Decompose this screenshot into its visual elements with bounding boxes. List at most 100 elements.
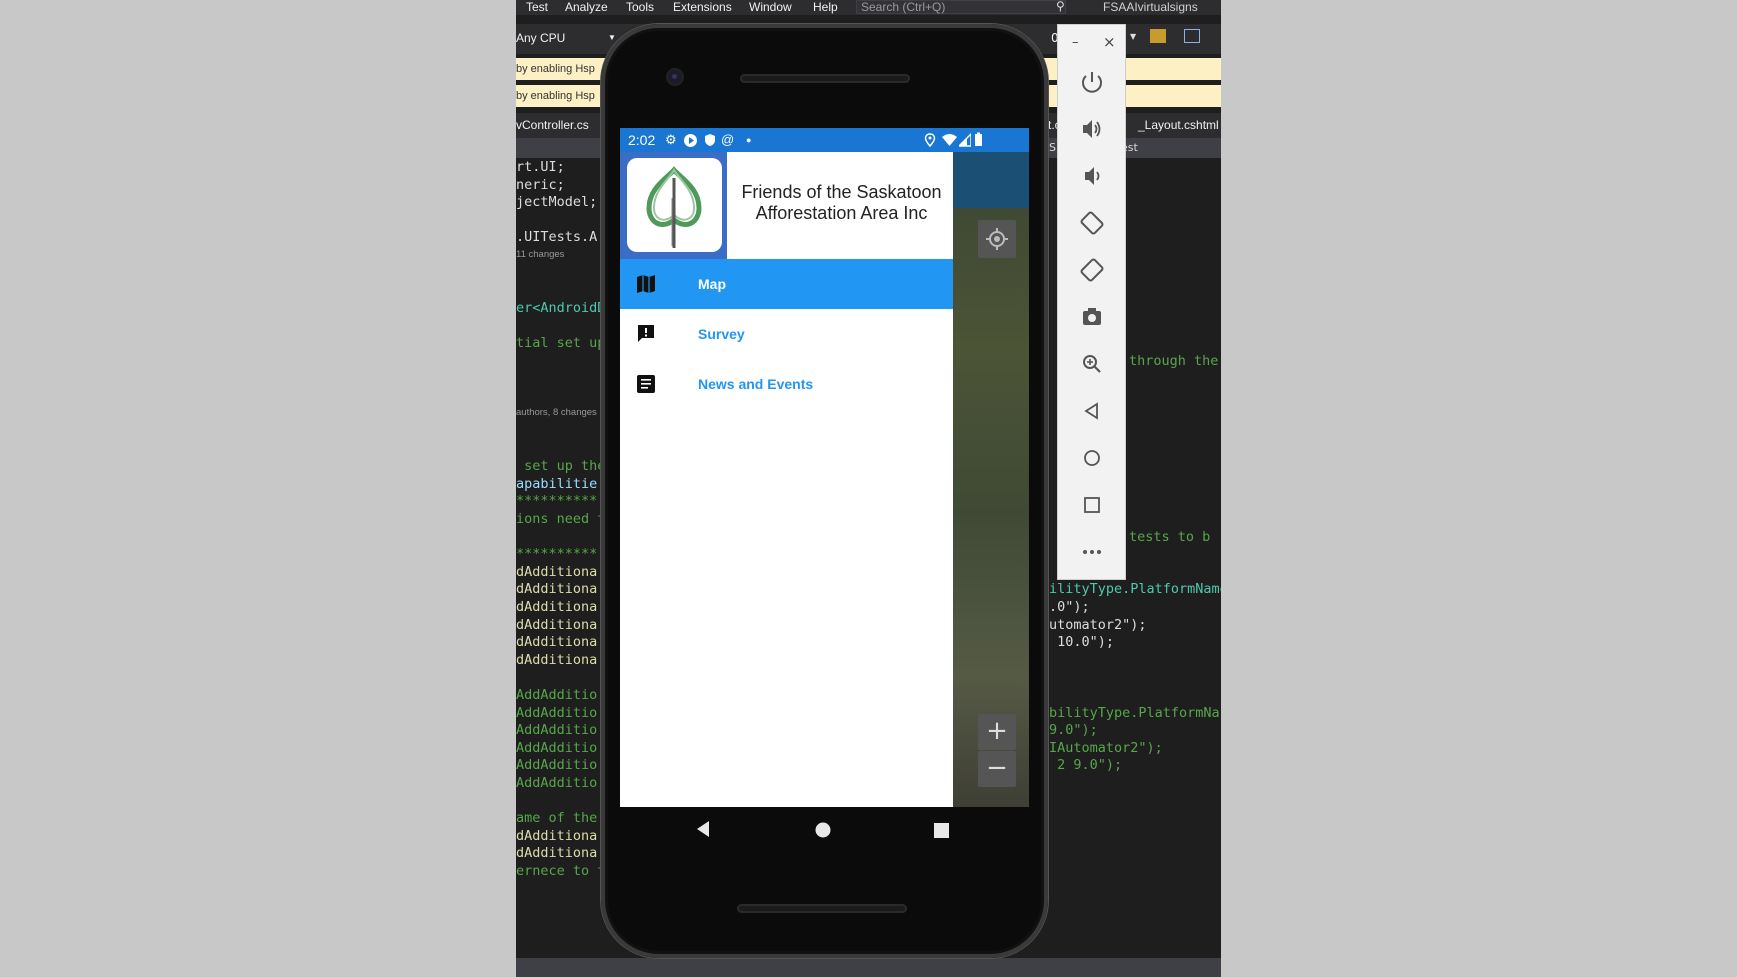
code-line: set up the	[516, 458, 606, 475]
platform-dropdown[interactable]: Any CPU ▼	[516, 28, 616, 48]
nav-home-icon[interactable]	[815, 822, 831, 838]
leaf-logo-icon	[646, 166, 702, 248]
code-line: dAdditiona	[516, 651, 598, 668]
navigation-drawer: Friends of the Saskatoon Afforestation A…	[620, 152, 953, 807]
map-icon	[637, 275, 655, 293]
code-line: **********	[516, 493, 598, 510]
code-line: dAdditiona	[516, 845, 598, 862]
close-button[interactable]: ×	[1103, 33, 1116, 51]
menu-test[interactable]: Test	[526, 0, 548, 14]
code-line: .UITests.A	[516, 229, 598, 246]
overview-icon[interactable]	[1075, 488, 1109, 522]
settings-icon: ⚙	[665, 132, 677, 147]
tab-controller[interactable]: vController.cs	[516, 113, 589, 138]
screenshot-icon[interactable]	[1184, 29, 1200, 43]
nav-bar-left-text: S	[1049, 141, 1056, 154]
code-line: tial set up	[516, 335, 606, 351]
android-status-bar: 2:02 ⚙ @ ●	[620, 128, 1029, 152]
app-bar	[953, 152, 1029, 208]
code-line: dAdditiona	[516, 634, 598, 651]
code-line: bilityType.PlatformNa	[1049, 704, 1220, 721]
back-icon[interactable]	[1075, 394, 1109, 428]
code-line: ame of the	[516, 810, 598, 827]
code-line: neric;	[516, 176, 565, 193]
code-line: AddAdditio	[516, 775, 598, 791]
wifi-glyph	[942, 134, 957, 146]
search-icon[interactable]: ⚲	[1056, 0, 1065, 13]
code-line: **********	[516, 546, 598, 563]
more-icon[interactable]	[1075, 535, 1109, 569]
drawer-header: Friends of the Saskatoon Afforestation A…	[620, 152, 953, 259]
volume-down-icon[interactable]	[1075, 159, 1109, 193]
code-line: er<AndroidD	[516, 299, 606, 316]
bottom-speaker	[737, 904, 907, 913]
vs-menubar: Test Analyze Tools Extensions Window Hel…	[516, 0, 1221, 15]
nav-back-icon[interactable]	[695, 820, 713, 838]
menu-extensions[interactable]: Extensions	[673, 0, 732, 14]
info-bar-text: by enabling Hsp	[516, 63, 595, 75]
minimize-button[interactable]: –	[1072, 35, 1079, 50]
code-line: dAdditiona	[516, 827, 598, 844]
menu-window[interactable]: Window	[749, 0, 792, 14]
code-line: AddAdditio	[516, 687, 598, 703]
front-camera	[668, 70, 682, 84]
nav-item-survey[interactable]: Survey	[620, 309, 953, 359]
code-line: ernece to th	[516, 863, 614, 879]
battery-glyph	[975, 132, 982, 146]
code-line: ilityType.PlatformName	[1049, 581, 1221, 598]
status-time: 2:02	[628, 132, 656, 148]
code-line: 10.0");	[1049, 634, 1115, 651]
chevron-down-icon[interactable]: ▼	[1130, 32, 1136, 41]
locate-icon	[986, 228, 1008, 250]
code-line: IAutomator2");	[1049, 739, 1163, 756]
zoom-out-button[interactable]: −	[978, 751, 1016, 787]
tab-layout[interactable]: _Layout.cshtml	[1138, 113, 1219, 138]
code-line: through the	[1129, 352, 1219, 369]
platform-value: Any CPU	[516, 31, 566, 45]
code-line: AddAdditio	[516, 722, 598, 739]
power-icon[interactable]	[1075, 65, 1109, 99]
codelens-text[interactable]: authors, 8 changes	[516, 404, 597, 422]
code-line: dAdditiona	[516, 563, 598, 580]
signal-icon	[957, 128, 972, 160]
zoom-icon[interactable]	[1075, 347, 1109, 381]
nav-item-map-label: Map	[698, 276, 726, 292]
code-line: .0");	[1049, 599, 1090, 615]
camera-icon[interactable]	[1075, 300, 1109, 334]
home-icon[interactable]	[1075, 441, 1109, 475]
nav-item-map[interactable]: Map	[620, 259, 953, 309]
rotate-left-icon[interactable]	[1075, 206, 1109, 240]
nav-item-news-events[interactable]: News and Events	[620, 359, 953, 409]
folder-icon[interactable]	[1150, 29, 1166, 43]
code-line: 2 9.0");	[1049, 757, 1123, 774]
feedback-icon	[638, 325, 654, 342]
organization-name: Friends of the Saskatoon Afforestation A…	[741, 182, 942, 223]
my-location-button[interactable]	[978, 220, 1016, 258]
emulator-toolbar: – ×	[1057, 24, 1126, 580]
code-line: apabilitie	[516, 475, 598, 492]
play-glyph	[689, 137, 694, 144]
volume-up-icon[interactable]	[1075, 112, 1109, 146]
menu-analyze[interactable]: Analyze	[565, 0, 608, 14]
code-line: tests to b	[1129, 528, 1211, 545]
codelens-text[interactable]: 11 changes	[516, 246, 564, 264]
code-line: rt.UI;	[516, 159, 565, 175]
top-speaker	[740, 74, 910, 83]
nav-recents-icon[interactable]	[934, 823, 949, 838]
menu-tools[interactable]: Tools	[626, 0, 654, 14]
nav-item-news-events-label: News and Events	[698, 376, 814, 392]
vs-search-input[interactable]: Search (Ctrl+Q)	[856, 0, 1066, 14]
code-line: dAdditiona	[516, 581, 598, 598]
code-line: AddAdditio	[516, 757, 598, 774]
rotate-right-icon[interactable]	[1075, 253, 1109, 287]
zoom-in-button[interactable]: +	[978, 714, 1016, 750]
info-bar-text: by enabling Hsp	[516, 90, 595, 102]
location-glyph	[924, 133, 936, 148]
code-line: utomator2");	[1049, 616, 1147, 633]
dot-icon: ●	[746, 135, 752, 145]
signal-glyph	[957, 132, 972, 147]
nav-item-survey-label: Survey	[698, 326, 745, 342]
phone-screen: + − 2:02 ⚙ @ ● Friends of the Saskatoon …	[620, 128, 1029, 807]
battery-icon	[974, 128, 983, 160]
menu-help[interactable]: Help	[813, 0, 838, 14]
